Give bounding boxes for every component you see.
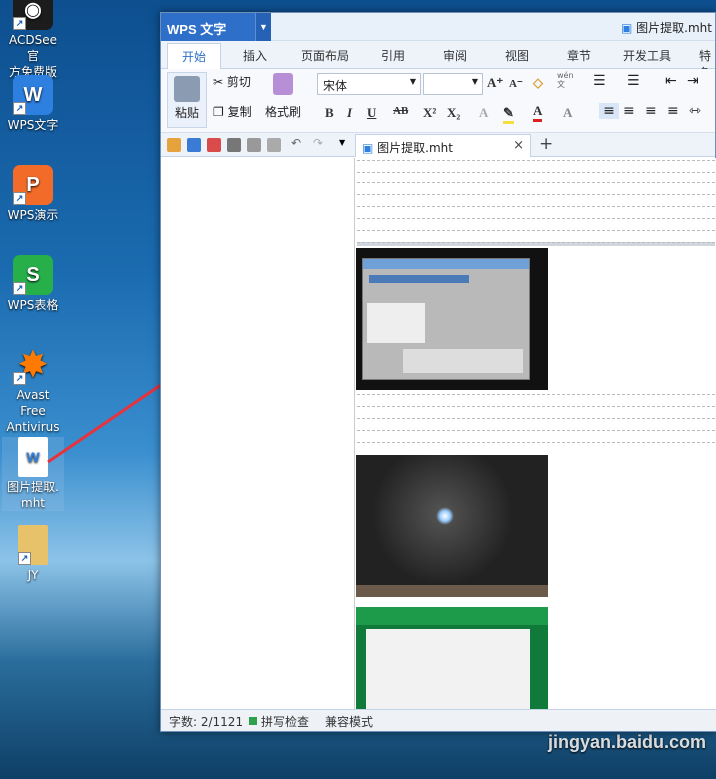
ribbon-tabs: 开始 插入 页面布局 引用 审阅 视图 章节 开发工具 特色 <box>161 41 715 80</box>
cut-button[interactable]: ✂ 剪切 <box>213 73 251 90</box>
spell-check-icon[interactable] <box>267 138 281 152</box>
align-center-button[interactable]: ≡ <box>623 103 635 119</box>
tab-home[interactable]: 开始 <box>167 43 222 70</box>
spell-check-status-icon <box>249 717 257 725</box>
text-effect-button[interactable]: A <box>479 105 488 121</box>
new-tab-button[interactable]: + <box>539 134 553 154</box>
compat-mode-status: 兼容模式 <box>325 715 374 729</box>
print-preview-icon[interactable] <box>247 138 261 152</box>
document-page[interactable] <box>354 158 716 711</box>
status-bar: 字数: 2/1121 拼写检查 兼容模式 <box>161 709 716 731</box>
numbered-list-button[interactable]: ☰ <box>627 73 640 89</box>
font-size-select[interactable]: ▼ <box>423 73 483 95</box>
underline-button[interactable]: U <box>367 105 376 121</box>
quick-access-toolbar: ↶ ↷ ▼ ▣ 图片提取.mht × + <box>161 133 715 157</box>
tab-developer[interactable]: 开发工具 <box>623 47 671 64</box>
chevron-down-icon[interactable]: ▼ <box>255 13 271 41</box>
italic-button[interactable]: I <box>347 105 352 121</box>
scissors-icon: ✂ <box>213 75 224 89</box>
tab-insert[interactable]: 插入 <box>243 47 267 64</box>
strikethrough-button[interactable]: AB <box>393 105 408 117</box>
tab-chapter[interactable]: 章节 <box>567 47 591 64</box>
font-color-button[interactable]: A <box>533 103 543 122</box>
grow-font-button[interactable]: A⁺ <box>487 75 503 91</box>
document-area[interactable] <box>161 158 716 711</box>
chevron-down-icon: ▼ <box>409 77 416 86</box>
open-folder-icon[interactable] <box>167 138 181 152</box>
export-pdf-icon[interactable] <box>207 138 221 152</box>
copy-button[interactable]: ❐ 复制 <box>213 103 252 120</box>
tab-view[interactable]: 视图 <box>505 47 529 64</box>
embedded-image-ghost-progress[interactable] <box>356 248 548 390</box>
chevron-down-icon[interactable]: ▼ <box>339 138 345 147</box>
align-left-button[interactable]: ≡ <box>599 103 619 119</box>
decrease-indent-button[interactable]: ⇤ <box>665 73 677 89</box>
clear-format-button[interactable]: ◇ <box>533 75 543 91</box>
embedded-image-ghost-install[interactable] <box>356 607 548 711</box>
bullet-list-button[interactable]: ☰ <box>593 73 606 89</box>
font-name-select[interactable]: 宋体 ▼ <box>317 73 421 95</box>
justify-button[interactable]: ≡ <box>667 103 679 119</box>
embedded-image-windows-boot[interactable] <box>356 455 548 597</box>
distribute-button[interactable]: ⇿ <box>689 103 701 119</box>
spell-check-status[interactable]: 拼写检查 <box>261 713 309 730</box>
undo-icon[interactable]: ↶ <box>291 136 301 150</box>
save-icon[interactable] <box>187 138 201 152</box>
subscript-button[interactable]: X₂ <box>447 105 460 121</box>
document-icon: ▣ <box>621 21 633 35</box>
mht-file-icon: ▣ <box>362 141 374 155</box>
app-name: WPS 文字 <box>167 22 227 37</box>
format-painter-button[interactable]: 格式刷 <box>265 103 301 120</box>
phonetic-guide-button[interactable]: wén 文 <box>557 71 574 89</box>
redo-icon[interactable]: ↷ <box>313 136 323 150</box>
document-title: ▣ 图片提取.mht <box>621 21 712 35</box>
char-shading-button[interactable]: A <box>563 105 572 121</box>
close-icon[interactable]: × <box>513 138 524 153</box>
tab-review[interactable]: 审阅 <box>443 47 467 64</box>
highlight-button[interactable]: ✎ <box>503 105 514 124</box>
superscript-button[interactable]: X² <box>423 105 436 121</box>
tab-page-layout[interactable]: 页面布局 <box>301 47 349 64</box>
tab-references[interactable]: 引用 <box>381 47 405 64</box>
increase-indent-button[interactable]: ⇥ <box>687 73 699 89</box>
bold-button[interactable]: B <box>325 105 334 121</box>
paste-button[interactable]: 粘贴 <box>167 72 207 128</box>
clipboard-icon <box>174 76 200 102</box>
document-tab[interactable]: ▣ 图片提取.mht × <box>355 134 531 157</box>
wps-writer-window: WPS 文字 ▼ ▣ 图片提取.mht 开始 插入 页面布局 引用 审阅 视图 … <box>160 12 716 732</box>
copy-icon: ❐ <box>213 105 224 119</box>
app-menu-button[interactable]: WPS 文字 ▼ <box>161 13 271 41</box>
ribbon-home: 粘贴 ✂ 剪切 ❐ 复制 格式刷 宋体 ▼ ▼ A⁺ A⁻ ◇ wén 文 B … <box>161 69 715 133</box>
shrink-font-button[interactable]: A⁻ <box>509 77 523 90</box>
chevron-down-icon: ▼ <box>471 77 478 86</box>
paste-label: 粘贴 <box>174 106 199 120</box>
brush-icon <box>273 73 293 95</box>
align-right-button[interactable]: ≡ <box>645 103 657 119</box>
title-bar: WPS 文字 ▼ ▣ 图片提取.mht <box>161 13 715 41</box>
print-icon[interactable] <box>227 138 241 152</box>
word-count[interactable]: 字数: 2/1121 <box>169 713 243 730</box>
